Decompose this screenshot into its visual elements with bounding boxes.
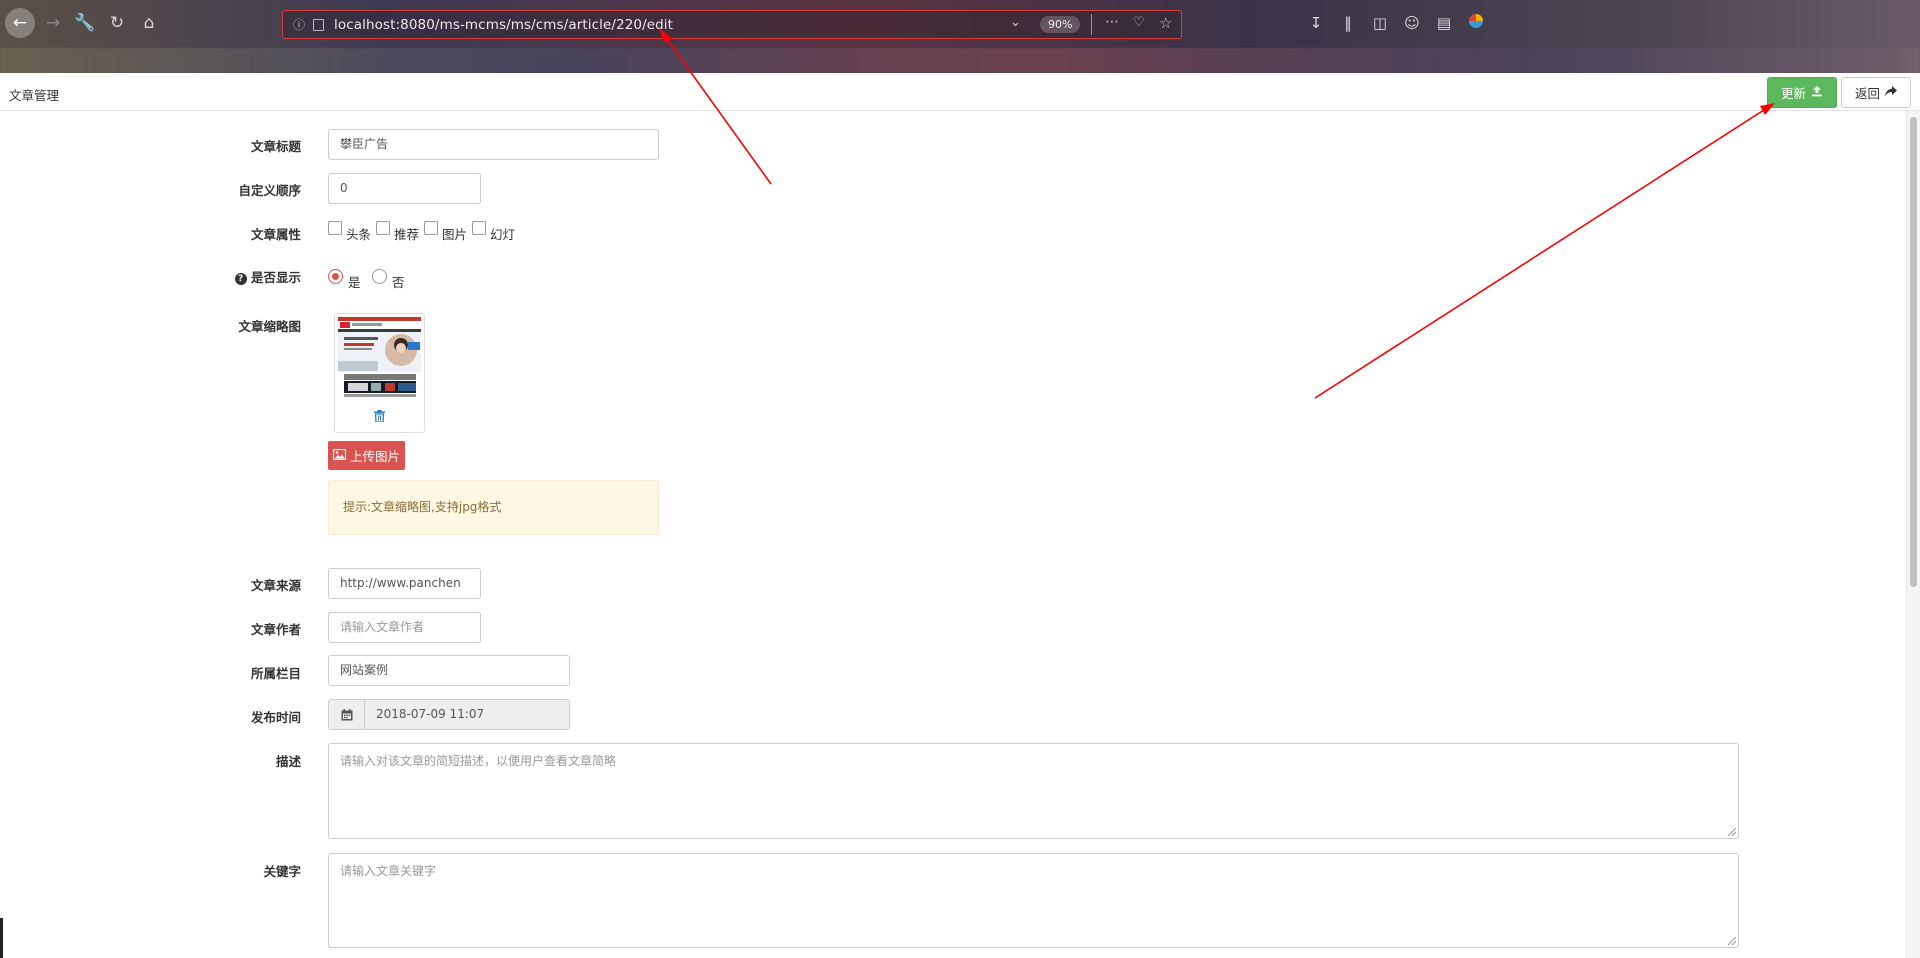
thumbnail-image <box>338 317 421 405</box>
checkbox-slide-label: 幻灯 <box>490 227 516 242</box>
title-label: 文章标题 <box>250 139 301 154</box>
order-input[interactable]: 0 <box>328 173 481 204</box>
info-icon[interactable]: ⓘ <box>293 16 305 33</box>
back-arrow-icon[interactable]: ← <box>5 8 35 38</box>
pocket-icon[interactable]: ♡ <box>1133 15 1145 30</box>
radio-display-no[interactable] <box>372 269 387 284</box>
share-arrow-icon <box>1885 85 1897 100</box>
bottom-edge-marker <box>0 918 3 958</box>
resize-handle[interactable] <box>1728 828 1736 836</box>
update-button[interactable]: 更新 <box>1767 77 1837 108</box>
column-select[interactable]: 网站案例 <box>328 655 570 686</box>
page-title: 文章管理 <box>9 88 60 103</box>
forward-arrow-icon[interactable]: → <box>38 8 68 38</box>
thumbnail-card <box>334 313 425 433</box>
checkbox-slide[interactable] <box>472 221 486 235</box>
source-input[interactable]: http://www.panchen <box>328 568 481 599</box>
wrench-icon[interactable]: 🔧 <box>70 8 100 38</box>
author-label: 文章作者 <box>250 622 301 637</box>
resize-handle[interactable] <box>1728 937 1736 945</box>
star-icon[interactable]: ☆ <box>1159 14 1172 32</box>
question-icon[interactable]: ? <box>234 273 247 285</box>
keyword-textarea[interactable]: 请输入文章关键字 <box>328 853 1739 948</box>
checkbox-image[interactable] <box>424 221 438 235</box>
chevron-down-icon[interactable]: ⌄ <box>1010 15 1021 30</box>
extension-icon[interactable] <box>1466 13 1486 33</box>
reload-icon[interactable]: ↻ <box>102 8 132 38</box>
scrollbar[interactable] <box>1906 111 1920 958</box>
thumb-label: 文章缩略图 <box>238 319 301 334</box>
checkbox-recommend-label: 推荐 <box>394 227 420 242</box>
description-textarea[interactable]: 请输入对该文章的简短描述，以便用户查看文章简略 <box>328 743 1739 839</box>
divider <box>1091 14 1092 35</box>
page-icon <box>313 18 325 31</box>
desc-label: 描述 <box>275 754 301 769</box>
date-label: 发布时间 <box>250 710 301 725</box>
annotation-arrow-update <box>1314 107 1768 399</box>
source-label: 文章来源 <box>250 578 301 593</box>
upload-image-button[interactable]: 上传图片 <box>328 441 405 470</box>
date-input[interactable]: 2018-07-09 11:07 <box>364 699 570 730</box>
sidebar-icon[interactable]: ◫ <box>1370 13 1390 33</box>
zoom-badge[interactable]: 90% <box>1040 16 1081 33</box>
download-icon[interactable]: ↧ <box>1306 13 1326 33</box>
author-input[interactable]: 请输入文章作者 <box>328 612 481 643</box>
description-placeholder: 请输入对该文章的简短描述，以便用户查看文章简略 <box>340 754 617 768</box>
display-label: ? 是否显示 <box>234 267 301 286</box>
account-icon[interactable]: ☺ <box>1402 13 1422 33</box>
display-label-text: 是否显示 <box>250 270 301 285</box>
order-label: 自定义顺序 <box>238 183 301 198</box>
radio-display-yes[interactable] <box>328 269 343 284</box>
radio-display-no-label: 否 <box>392 275 405 290</box>
upload-image-label: 上传图片 <box>349 449 400 464</box>
checkbox-headline-label: 头条 <box>346 227 372 242</box>
back-button[interactable]: 返回 <box>1841 77 1911 108</box>
radio-display-yes-label: 是 <box>348 275 361 290</box>
address-bar[interactable]: ⓘ localhost:8080/ms-mcms/ms/cms/article/… <box>282 10 1182 39</box>
keyword-placeholder: 请输入文章关键字 <box>340 864 437 878</box>
trash-icon[interactable] <box>374 410 385 425</box>
scrollbar-thumb[interactable] <box>1910 117 1917 587</box>
checkbox-recommend[interactable] <box>376 221 390 235</box>
upload-icon <box>1811 85 1823 100</box>
browser-toolbar: ← → 🔧 ↻ ⌂ ⓘ localhost:8080/ms-mcms/ms/cm… <box>0 0 1920 73</box>
title-input[interactable]: 攀臣广告 <box>328 129 659 160</box>
picture-icon <box>332 448 347 463</box>
url-text[interactable]: localhost:8080/ms-mcms/ms/cms/article/22… <box>334 17 673 33</box>
keyword-label: 关键字 <box>263 864 301 879</box>
reader-icon[interactable]: ▤ <box>1434 13 1454 33</box>
library-icon[interactable]: ‖ <box>1338 13 1358 33</box>
attr-label: 文章属性 <box>250 227 301 242</box>
checkbox-headline[interactable] <box>328 221 342 235</box>
update-button-label: 更新 <box>1780 86 1806 101</box>
calendar-icon[interactable] <box>328 699 365 730</box>
bookmarks-bar <box>0 48 1920 73</box>
back-button-label: 返回 <box>1854 86 1880 101</box>
checkbox-image-label: 图片 <box>442 227 468 242</box>
thumbnail-hint: 提示:文章缩略图,支持jpg格式 <box>328 480 659 535</box>
page-header: 文章管理 更新 返回 <box>0 73 1920 111</box>
more-icon[interactable]: ⋯ <box>1105 14 1119 30</box>
column-label: 所属栏目 <box>250 666 301 681</box>
home-icon[interactable]: ⌂ <box>134 8 164 38</box>
